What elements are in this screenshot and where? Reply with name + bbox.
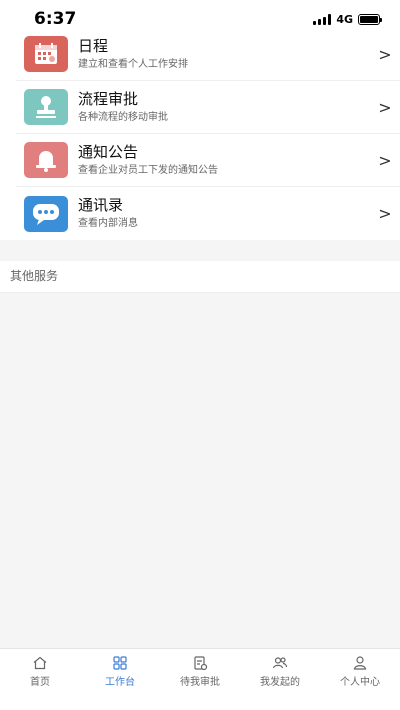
menu-item-title: 通知公告 <box>78 142 139 161</box>
tab-initiated-by-me[interactable]: 我发起的 <box>240 649 320 688</box>
calendar-icon <box>24 36 68 72</box>
status-indicators: 4G <box>313 12 382 26</box>
menu-item-subtitle: 建立和查看个人工作安排 <box>78 58 188 70</box>
bell-icon <box>24 142 68 178</box>
chevron-right-icon: > <box>378 97 392 117</box>
menu-item-announcements[interactable]: 通知公告 查看企业对员工下发的通知公告 > <box>16 134 400 187</box>
home-icon <box>32 655 48 671</box>
users-icon <box>272 655 288 671</box>
status-time: 6:37 <box>34 9 77 29</box>
person-icon <box>352 655 368 671</box>
menu-item-title: 通讯录 <box>78 196 124 214</box>
network-type: 4G <box>336 12 353 26</box>
menu-item-subtitle: 查看企业对员工下发的通知公告 <box>78 164 218 176</box>
workbench-menu: 日程 建立和查看个人工作安排 > 流程审批 各种流程的移动审批 > 通知公告 查… <box>0 28 400 240</box>
tab-home[interactable]: 首页 <box>0 649 80 688</box>
tab-workbench[interactable]: 工作台 <box>80 649 160 688</box>
bottom-tab-bar: 首页 工作台 待我审批 我发起的 个人中心 <box>0 648 400 688</box>
stamp-icon <box>24 89 68 125</box>
tab-label: 我发起的 <box>260 677 300 688</box>
approval-icon <box>192 655 208 671</box>
section-other-services: 其他服务 <box>0 261 400 293</box>
tab-label: 首页 <box>30 677 50 688</box>
menu-item-schedule[interactable]: 日程 建立和查看个人工作安排 > <box>16 28 400 81</box>
menu-item-title: 流程审批 <box>78 89 139 108</box>
chat-bubble-icon <box>24 195 68 232</box>
menu-item-title: 日程 <box>78 36 109 55</box>
tab-label: 工作台 <box>105 677 135 688</box>
menu-item-subtitle: 各种流程的移动审批 <box>78 111 168 123</box>
signal-icon <box>313 13 332 25</box>
tab-label: 待我审批 <box>180 677 220 688</box>
tab-label: 个人中心 <box>340 677 380 688</box>
chevron-right-icon: > <box>378 204 392 223</box>
grid-icon <box>112 655 128 671</box>
tab-profile[interactable]: 个人中心 <box>320 649 400 688</box>
chevron-right-icon: > <box>378 150 392 170</box>
tab-pending-approval[interactable]: 待我审批 <box>160 649 240 688</box>
home-indicator-area <box>0 688 400 710</box>
chevron-right-icon: > <box>378 44 392 64</box>
menu-item-contacts[interactable]: 通讯录 查看内部消息 > <box>16 187 400 240</box>
menu-item-workflow-approval[interactable]: 流程审批 各种流程的移动审批 > <box>16 81 400 134</box>
battery-icon <box>358 13 382 25</box>
menu-item-subtitle: 查看内部消息 <box>78 218 138 229</box>
